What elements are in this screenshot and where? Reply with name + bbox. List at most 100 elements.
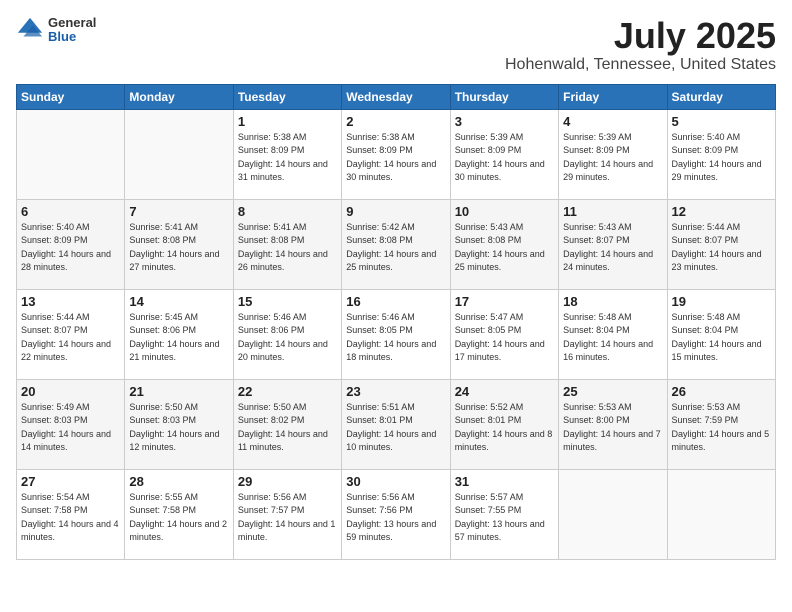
month-title: July 2025 (505, 16, 776, 56)
day-info: Sunrise: 5:54 AMSunset: 7:58 PMDaylight:… (21, 491, 120, 545)
day-info: Sunrise: 5:51 AMSunset: 8:01 PMDaylight:… (346, 401, 445, 455)
day-info: Sunrise: 5:56 AMSunset: 7:57 PMDaylight:… (238, 491, 337, 545)
calendar-cell-w4-d1: 20 Sunrise: 5:49 AMSunset: 8:03 PMDayligh… (17, 379, 125, 469)
day-number: 19 (672, 294, 771, 309)
calendar-cell-w1-d7: 5Sunrise: 5:40 AMSunset: 8:09 PMDaylight… (667, 109, 775, 199)
header-row: SundayMondayTuesdayWednesdayThursdayFrid… (17, 84, 776, 109)
week-row-4: 20 Sunrise: 5:49 AMSunset: 8:03 PMDayligh… (17, 379, 776, 469)
day-number: 2 (346, 114, 445, 129)
calendar-cell-w3-d4: 16 Sunrise: 5:46 AMSunset: 8:05 PMDayligh… (342, 289, 450, 379)
day-info: Sunrise: 5:39 AMSunset: 8:09 PMDaylight:… (455, 131, 554, 185)
day-number: 4 (563, 114, 662, 129)
calendar-cell-w4-d4: 23 Sunrise: 5:51 AMSunset: 8:01 PMDayligh… (342, 379, 450, 469)
day-number: 20 (21, 384, 120, 399)
calendar-cell-w5-d2: 28 Sunrise: 5:55 AMSunset: 7:58 PMDayligh… (125, 469, 233, 559)
logo: General Blue (16, 16, 96, 45)
calendar-header: SundayMondayTuesdayWednesdayThursdayFrid… (17, 84, 776, 109)
day-number: 24 (455, 384, 554, 399)
calendar-cell-w2-d1: 6Sunrise: 5:40 AMSunset: 8:09 PMDaylight… (17, 199, 125, 289)
header-saturday: Saturday (667, 84, 775, 109)
day-number: 12 (672, 204, 771, 219)
calendar-cell-w4-d7: 26Sunrise: 5:53 AMSunset: 7:59 PMDayligh… (667, 379, 775, 469)
calendar-cell-w5-d7 (667, 469, 775, 559)
day-info: Sunrise: 5:44 AMSunset: 8:07 PMDaylight:… (21, 311, 120, 365)
day-info: Sunrise: 5:43 AMSunset: 8:08 PMDaylight:… (455, 221, 554, 275)
calendar-cell-w5-d3: 29Sunrise: 5:56 AMSunset: 7:57 PMDayligh… (233, 469, 341, 559)
day-info: Sunrise: 5:38 AMSunset: 8:09 PMDaylight:… (346, 131, 445, 185)
day-info: Sunrise: 5:57 AMSunset: 7:55 PMDaylight:… (455, 491, 554, 545)
title-area: July 2025 Hohenwald, Tennessee, United S… (505, 16, 776, 74)
calendar-cell-w3-d3: 15 Sunrise: 5:46 AMSunset: 8:06 PMDayligh… (233, 289, 341, 379)
day-info: Sunrise: 5:50 AMSunset: 8:03 PMDaylight:… (129, 401, 228, 455)
day-number: 18 (563, 294, 662, 309)
day-number: 30 (346, 474, 445, 489)
day-info: Sunrise: 5:50 AMSunset: 8:02 PMDaylight:… (238, 401, 337, 455)
day-number: 7 (129, 204, 228, 219)
calendar-cell-w1-d5: 3Sunrise: 5:39 AMSunset: 8:09 PMDaylight… (450, 109, 558, 199)
calendar-cell-w5-d4: 30Sunrise: 5:56 AMSunset: 7:56 PMDayligh… (342, 469, 450, 559)
day-number: 10 (455, 204, 554, 219)
calendar-table: SundayMondayTuesdayWednesdayThursdayFrid… (16, 84, 776, 560)
logo-icon (16, 16, 44, 44)
day-number: 22 (238, 384, 337, 399)
calendar-cell-w2-d3: 8 Sunrise: 5:41 AMSunset: 8:08 PMDaylight… (233, 199, 341, 289)
day-info: Sunrise: 5:48 AMSunset: 8:04 PMDaylight:… (563, 311, 662, 365)
day-number: 25 (563, 384, 662, 399)
day-number: 11 (563, 204, 662, 219)
calendar-cell-w2-d2: 7 Sunrise: 5:41 AMSunset: 8:08 PMDaylight… (125, 199, 233, 289)
calendar-cell-w1-d1 (17, 109, 125, 199)
day-number: 1 (238, 114, 337, 129)
day-info: Sunrise: 5:46 AMSunset: 8:05 PMDaylight:… (346, 311, 445, 365)
logo-blue-text: Blue (48, 30, 96, 44)
day-info: Sunrise: 5:41 AMSunset: 8:08 PMDaylight:… (238, 221, 337, 275)
calendar-cell-w5-d5: 31 Sunrise: 5:57 AMSunset: 7:55 PMDayligh… (450, 469, 558, 559)
day-number: 8 (238, 204, 337, 219)
week-row-2: 6Sunrise: 5:40 AMSunset: 8:09 PMDaylight… (17, 199, 776, 289)
day-info: Sunrise: 5:55 AMSunset: 7:58 PMDaylight:… (129, 491, 228, 545)
day-number: 13 (21, 294, 120, 309)
day-number: 16 (346, 294, 445, 309)
day-info: Sunrise: 5:38 AMSunset: 8:09 PMDaylight:… (238, 131, 337, 185)
calendar-cell-w5-d6 (559, 469, 667, 559)
calendar-cell-w1-d3: 1 Sunrise: 5:38 AMSunset: 8:09 PMDaylight… (233, 109, 341, 199)
calendar-cell-w1-d4: 2 Sunrise: 5:38 AMSunset: 8:09 PMDaylight… (342, 109, 450, 199)
calendar-cell-w4-d2: 21 Sunrise: 5:50 AMSunset: 8:03 PMDayligh… (125, 379, 233, 469)
day-info: Sunrise: 5:52 AMSunset: 8:01 PMDaylight:… (455, 401, 554, 455)
calendar-cell-w3-d2: 14Sunrise: 5:45 AMSunset: 8:06 PMDayligh… (125, 289, 233, 379)
week-row-5: 27Sunrise: 5:54 AMSunset: 7:58 PMDayligh… (17, 469, 776, 559)
day-number: 28 (129, 474, 228, 489)
day-number: 9 (346, 204, 445, 219)
location-title: Hohenwald, Tennessee, United States (505, 56, 776, 74)
day-number: 6 (21, 204, 120, 219)
day-number: 26 (672, 384, 771, 399)
day-info: Sunrise: 5:42 AMSunset: 8:08 PMDaylight:… (346, 221, 445, 275)
day-number: 23 (346, 384, 445, 399)
day-number: 15 (238, 294, 337, 309)
day-info: Sunrise: 5:47 AMSunset: 8:05 PMDaylight:… (455, 311, 554, 365)
header-monday: Monday (125, 84, 233, 109)
day-info: Sunrise: 5:53 AMSunset: 8:00 PMDaylight:… (563, 401, 662, 455)
calendar-cell-w2-d7: 12 Sunrise: 5:44 AMSunset: 8:07 PMDayligh… (667, 199, 775, 289)
day-info: Sunrise: 5:49 AMSunset: 8:03 PMDaylight:… (21, 401, 120, 455)
day-number: 21 (129, 384, 228, 399)
day-number: 5 (672, 114, 771, 129)
day-info: Sunrise: 5:44 AMSunset: 8:07 PMDaylight:… (672, 221, 771, 275)
calendar-cell-w4-d6: 25 Sunrise: 5:53 AMSunset: 8:00 PMDayligh… (559, 379, 667, 469)
day-info: Sunrise: 5:48 AMSunset: 8:04 PMDaylight:… (672, 311, 771, 365)
day-info: Sunrise: 5:45 AMSunset: 8:06 PMDaylight:… (129, 311, 228, 365)
calendar-cell-w4-d3: 22 Sunrise: 5:50 AMSunset: 8:02 PMDayligh… (233, 379, 341, 469)
day-info: Sunrise: 5:41 AMSunset: 8:08 PMDaylight:… (129, 221, 228, 275)
day-number: 31 (455, 474, 554, 489)
day-info: Sunrise: 5:43 AMSunset: 8:07 PMDaylight:… (563, 221, 662, 275)
calendar-cell-w2-d6: 11 Sunrise: 5:43 AMSunset: 8:07 PMDayligh… (559, 199, 667, 289)
day-info: Sunrise: 5:46 AMSunset: 8:06 PMDaylight:… (238, 311, 337, 365)
logo-general-text: General (48, 16, 96, 30)
calendar-cell-w3-d5: 17 Sunrise: 5:47 AMSunset: 8:05 PMDayligh… (450, 289, 558, 379)
week-row-3: 13 Sunrise: 5:44 AMSunset: 8:07 PMDayligh… (17, 289, 776, 379)
calendar-cell-w1-d2 (125, 109, 233, 199)
calendar-cell-w2-d4: 9 Sunrise: 5:42 AMSunset: 8:08 PMDaylight… (342, 199, 450, 289)
day-number: 17 (455, 294, 554, 309)
header-wednesday: Wednesday (342, 84, 450, 109)
header-tuesday: Tuesday (233, 84, 341, 109)
calendar-cell-w4-d5: 24 Sunrise: 5:52 AMSunset: 8:01 PMDayligh… (450, 379, 558, 469)
